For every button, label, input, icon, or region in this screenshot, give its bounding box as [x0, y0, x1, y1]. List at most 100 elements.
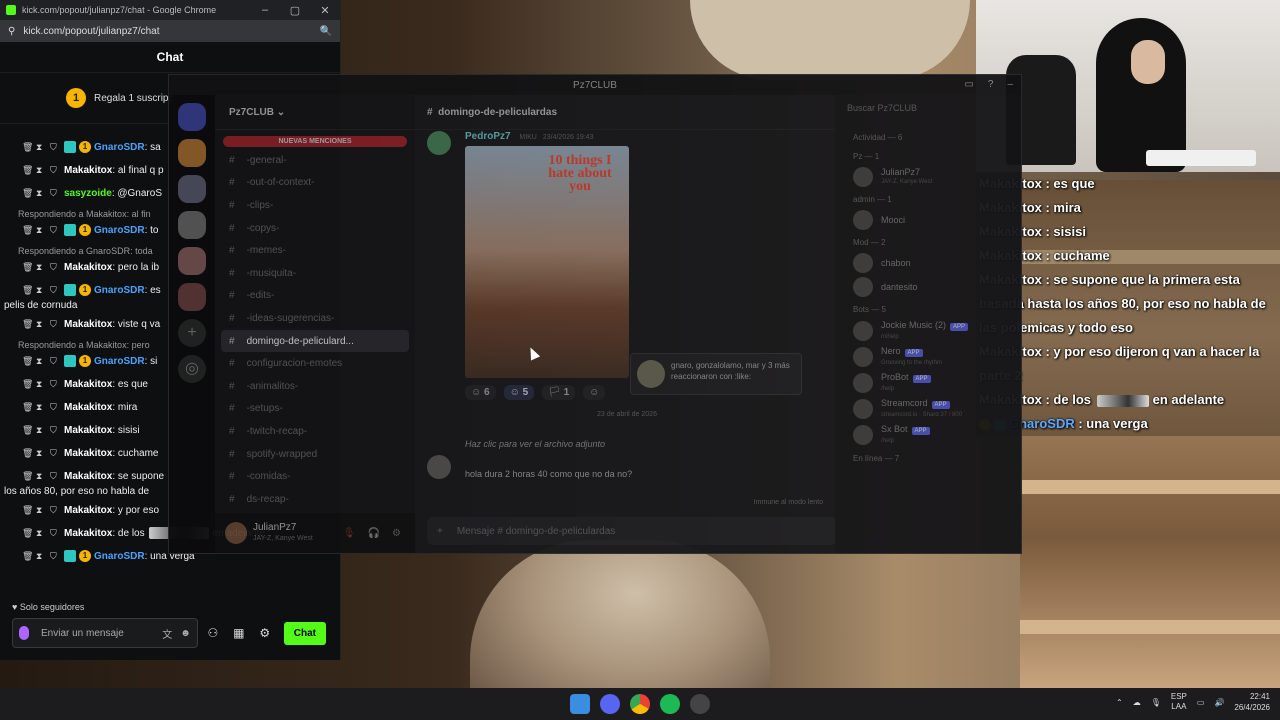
delete-icon[interactable]: 🗑: [22, 377, 33, 392]
message-composer[interactable]: + Mensaje # domingo-de-peliculardas: [427, 517, 837, 545]
chevron-up-icon[interactable]: ⌃: [1116, 698, 1123, 707]
channel-item[interactable]: # -comidas-: [215, 465, 415, 488]
store-icon[interactable]: ▦: [228, 626, 250, 640]
channel-name[interactable]: spotify-wrapped: [247, 449, 318, 460]
member-name[interactable]: Nero: [881, 346, 901, 356]
chat-username[interactable]: Makakitox: [64, 165, 112, 176]
minimize-icon[interactable]: –: [1007, 79, 1013, 90]
chat-username[interactable]: Makakitox: [64, 471, 112, 482]
explore-icon[interactable]: ◎: [178, 355, 206, 383]
settings-icon[interactable]: ⚙: [254, 626, 276, 640]
add-reaction-icon[interactable]: ☺: [583, 385, 606, 400]
timeout-icon[interactable]: ⧗: [36, 317, 46, 332]
channel-name[interactable]: -comidas-: [247, 471, 291, 482]
server-icon[interactable]: [178, 247, 206, 275]
member-item[interactable]: Nero APP Grooving to the rhythm: [835, 344, 1021, 370]
help-icon[interactable]: ?: [988, 79, 994, 90]
mic-icon[interactable]: [19, 626, 29, 640]
server-icon[interactable]: [178, 211, 206, 239]
channel-name[interactable]: -musiquita-: [247, 268, 296, 279]
channel-item[interactable]: # -copys-: [215, 217, 415, 240]
inbox-icon[interactable]: ▭: [964, 79, 973, 90]
channel-item[interactable]: # -clips-: [215, 194, 415, 217]
chat-username[interactable]: Makakitox: [64, 379, 112, 390]
channel-item[interactable]: # -musiquita-: [215, 262, 415, 285]
delete-icon[interactable]: 🗑: [22, 354, 33, 369]
gift-text[interactable]: Regala 1 suscripc: [94, 93, 173, 104]
delete-icon[interactable]: 🗑: [22, 283, 33, 298]
avatar[interactable]: [853, 167, 873, 187]
send-chat-button[interactable]: Chat: [283, 621, 327, 645]
chat-username[interactable]: GnaroSDR: [94, 356, 145, 367]
member-name[interactable]: Mooci: [881, 215, 905, 225]
add-server-icon[interactable]: +: [178, 319, 206, 347]
chat-input[interactable]: Enviar un mensaje 文 ☻: [12, 618, 198, 648]
search-input[interactable]: Buscar Pz7CLUB: [843, 103, 1013, 119]
chat-username[interactable]: Makakitox: [64, 319, 112, 330]
delete-icon[interactable]: 🗑: [22, 260, 33, 275]
delete-icon[interactable]: 🗑: [22, 223, 33, 238]
channel-name[interactable]: -clips-: [247, 200, 274, 211]
chrome-taskbar-icon[interactable]: [630, 694, 650, 714]
delete-icon[interactable]: 🗑: [22, 140, 33, 155]
obs-taskbar-icon[interactable]: [690, 694, 710, 714]
timeout-icon[interactable]: ⧗: [36, 163, 46, 178]
timeout-icon[interactable]: ⧗: [36, 503, 46, 518]
message-author[interactable]: PedroPz7 MIKU 23/4/2026 19:43: [465, 131, 593, 142]
channel-name[interactable]: domingo-de-peliculard...: [247, 336, 354, 347]
timeout-icon[interactable]: ⧗: [36, 377, 46, 392]
channel-item[interactable]: # -general-: [215, 149, 415, 172]
timeout-icon[interactable]: ⧗: [36, 400, 46, 415]
delete-icon[interactable]: 🗑: [22, 503, 33, 518]
channel-item[interactable]: # -setups-: [215, 398, 415, 421]
timeout-icon[interactable]: ⧗: [36, 446, 46, 461]
channel-name[interactable]: ds-recap-: [247, 494, 289, 505]
add-attachment-icon[interactable]: +: [437, 526, 443, 537]
reaction[interactable]: ☺ 6: [465, 385, 496, 400]
timeout-icon[interactable]: ⧗: [36, 354, 46, 369]
emoji-icon[interactable]: ☻: [180, 628, 191, 639]
avatar[interactable]: [853, 277, 873, 297]
server-icon[interactable]: [178, 283, 206, 311]
channel-name[interactable]: -setups-: [247, 403, 283, 414]
chat-username[interactable]: GnaroSDR: [94, 285, 145, 296]
member-item[interactable]: Sx Bot APP/help: [835, 422, 1021, 448]
server-name[interactable]: Pz7CLUB ⌄: [215, 95, 415, 130]
delete-icon[interactable]: 🗑: [22, 186, 33, 201]
chat-username[interactable]: Makakitox: [64, 448, 112, 459]
avatar[interactable]: [225, 522, 247, 544]
member-name[interactable]: chabon: [881, 258, 911, 268]
channel-name[interactable]: -copys-: [247, 223, 280, 234]
channel-name[interactable]: -out-of-context-: [247, 177, 315, 188]
delete-icon[interactable]: 🗑: [22, 400, 33, 415]
member-item[interactable]: Jockie Music (2) APP mihelp: [835, 318, 1021, 344]
channel-item[interactable]: # -twitch-recap-: [215, 420, 415, 443]
spotify-taskbar-icon[interactable]: [660, 694, 680, 714]
language-indicator[interactable]: ESP LAA: [1171, 692, 1187, 712]
windows-start-icon[interactable]: [570, 694, 590, 714]
chat-username[interactable]: GnaroSDR: [94, 225, 145, 236]
avatar[interactable]: [853, 425, 873, 445]
reaction[interactable]: 🏳 1: [542, 385, 576, 400]
reaction[interactable]: ☺ 5: [503, 385, 535, 400]
member-item[interactable]: ProBot APP/help: [835, 370, 1021, 396]
users-icon[interactable]: ⚇: [202, 626, 224, 640]
settings-icon[interactable]: ⚙: [392, 528, 401, 539]
avatar[interactable]: [427, 455, 451, 479]
mute-icon[interactable]: 🎙: [343, 528, 356, 539]
server-icon[interactable]: [178, 139, 206, 167]
delete-icon[interactable]: 🗑: [22, 446, 33, 461]
chat-username[interactable]: Makakitox: [64, 528, 112, 539]
channel-item[interactable]: # configuracion-emotes: [215, 352, 415, 375]
channel-name[interactable]: -memes-: [247, 245, 286, 256]
member-name[interactable]: Sx Bot: [881, 424, 908, 434]
discord-home-icon[interactable]: [178, 103, 206, 131]
server-icon[interactable]: [178, 175, 206, 203]
channel-item[interactable]: # -memes-: [215, 239, 415, 262]
chat-username[interactable]: Makakitox: [64, 262, 112, 273]
avatar[interactable]: [853, 253, 873, 273]
site-info-icon[interactable]: ⚲: [8, 26, 15, 37]
member-item[interactable]: Streamcord APP streamcord.io · Shard 37 / …: [835, 396, 1021, 422]
timeout-icon[interactable]: ⧗: [36, 186, 46, 201]
chat-username[interactable]: Makakitox: [64, 505, 112, 516]
